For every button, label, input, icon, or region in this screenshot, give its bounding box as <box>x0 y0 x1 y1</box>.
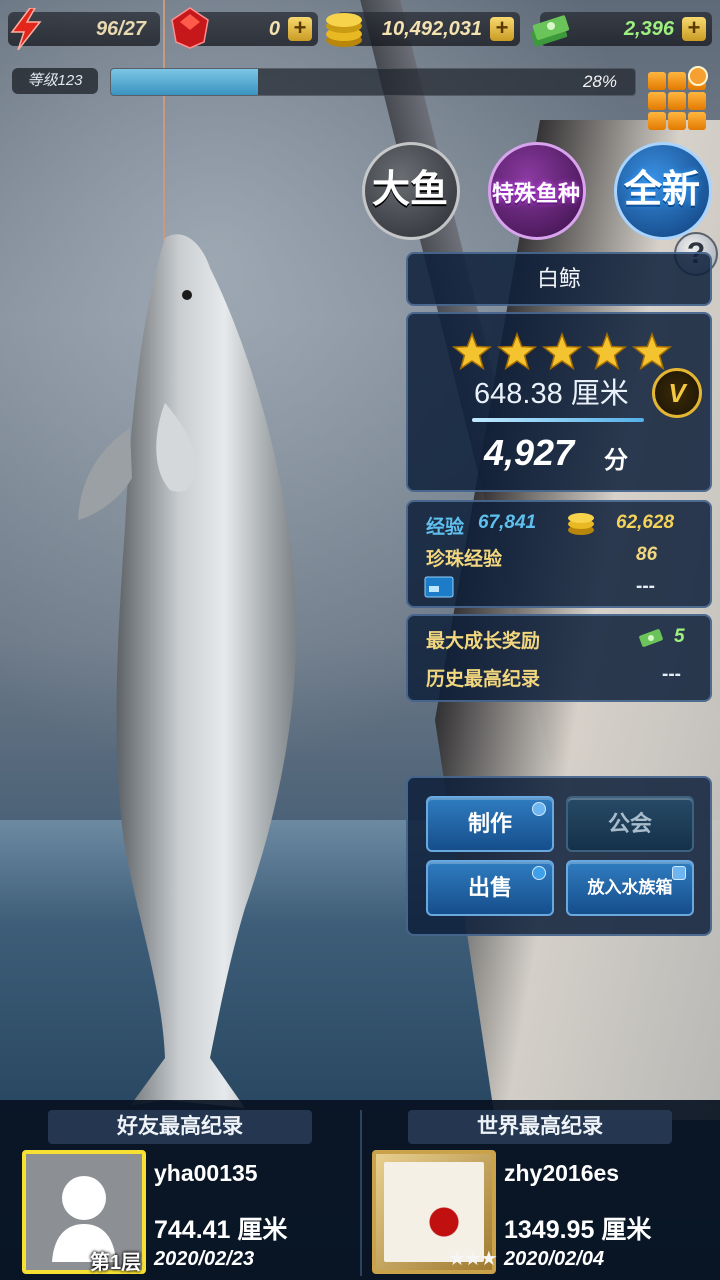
new-fish-label: 全新 <box>623 169 700 211</box>
main-menu-button[interactable] <box>646 66 708 130</box>
fish-score-panel: 648.38 厘米 V 4,927 分 <box>406 312 712 492</box>
exp-value: 67,841 <box>478 512 537 533</box>
fish-name-panel: 白鲸 <box>406 252 712 306</box>
world-date: 2020/02/04 <box>504 1248 605 1270</box>
xp-progress-bar: 28% <box>110 68 636 96</box>
new-fish-badge: 全新 <box>610 138 714 242</box>
pearl-exp-label: 珍珠经验 <box>426 549 503 570</box>
gear-icon <box>532 802 546 816</box>
rank-v-badge: V <box>652 368 702 418</box>
fish-size: 648.38 厘米 <box>474 378 629 410</box>
avatar-stars: ★★★ <box>448 1248 498 1270</box>
fish-score: 4,927 <box>484 432 575 473</box>
divider <box>472 418 644 422</box>
big-fish-badge: 大鱼 <box>358 138 462 242</box>
friend-date: 2020/02/23 <box>154 1248 255 1270</box>
action-panel: 制作 公会 出售 放入水族箱 <box>406 776 712 936</box>
energy-value: 96/27 <box>95 18 146 40</box>
pearl-exp-value: 86 <box>636 544 658 565</box>
menu-grid-icon <box>648 72 666 90</box>
coin-icon <box>568 513 594 535</box>
resource-bar: 96/27 0 + 10,492,031 + 2,396 + <box>0 0 720 60</box>
lightning-icon <box>10 8 42 50</box>
beluga-whale-image <box>78 234 297 1108</box>
guild-button[interactable]: 公会 <box>566 796 694 852</box>
aquarium-label: 放入水族箱 <box>587 878 673 897</box>
history-record-value: --- <box>662 664 681 685</box>
craft-label: 制作 <box>467 811 512 836</box>
special-species-label: 特殊鱼种 <box>491 181 580 206</box>
world-username: zhy2016es <box>504 1160 620 1186</box>
star-icon <box>496 332 538 371</box>
world-record-title: 世界最高纪录 <box>408 1110 672 1144</box>
world-size: 1349.95 厘米 <box>504 1216 652 1244</box>
special-species-badge: 特殊鱼种 <box>484 138 588 242</box>
gem-value: 0 <box>268 18 280 40</box>
card-icon <box>424 576 454 598</box>
friend-username: yha00135 <box>154 1160 258 1186</box>
score-unit: 分 <box>604 447 628 474</box>
star-icon <box>541 332 583 371</box>
sell-label: 出售 <box>467 875 512 900</box>
friend-rank-label: 第1层 <box>90 1252 142 1274</box>
coin-value: 10,492,031 <box>381 18 482 40</box>
level-label: 等级123 <box>12 68 98 94</box>
cash-value: 2,396 <box>623 18 674 40</box>
card-value: --- <box>636 576 655 597</box>
records-section: 好友最高纪录 第1层 yha00135 744.41 厘米 2020/02/23… <box>0 1100 720 1280</box>
records-divider <box>360 1110 362 1276</box>
coin-small-icon <box>532 866 546 880</box>
star-rating <box>452 332 672 371</box>
energy-counter: 96/27 <box>8 8 160 50</box>
xp-progress-fill <box>111 69 258 95</box>
star-icon <box>452 332 493 371</box>
xp-progress-percent: 28% <box>582 72 617 91</box>
friend-record-title: 好友最高纪录 <box>48 1110 312 1144</box>
aquarium-button[interactable]: 放入水族箱 <box>566 860 694 916</box>
exp-label: 经验 <box>426 517 465 538</box>
cash-stack-icon <box>530 15 570 47</box>
add-gems-button[interactable]: + <box>288 17 312 41</box>
reward-stats-panel: 经验 67,841 62,628 珍珠经验 86 --- <box>406 500 712 608</box>
fish-name: 白鲸 <box>536 266 581 291</box>
add-coins-button[interactable]: + <box>490 17 514 41</box>
coin-stack-icon <box>326 13 362 47</box>
big-fish-label: 大鱼 <box>371 169 448 211</box>
cash-icon <box>639 629 663 647</box>
notification-dot <box>688 66 708 86</box>
star-icon <box>631 332 672 371</box>
max-growth-label: 最大成长奖励 <box>426 631 541 652</box>
friend-avatar[interactable]: 第1层 <box>22 1150 146 1274</box>
world-avatar[interactable]: ★★★ <box>372 1150 498 1274</box>
friend-size: 744.41 厘米 <box>154 1216 288 1244</box>
fishtank-icon <box>672 866 686 880</box>
coin-reward-value: 62,628 <box>616 512 675 533</box>
growth-record-panel: 最大成长奖励 5 历史最高纪录 --- <box>406 614 712 702</box>
guild-label: 公会 <box>607 811 652 836</box>
sell-button[interactable]: 出售 <box>426 860 554 916</box>
craft-button[interactable]: 制作 <box>426 796 554 852</box>
add-cash-button[interactable]: + <box>682 17 706 41</box>
max-growth-value: 5 <box>674 626 685 647</box>
ruby-icon <box>171 7 209 49</box>
star-icon <box>586 332 628 371</box>
history-record-label: 历史最高纪录 <box>426 669 541 690</box>
